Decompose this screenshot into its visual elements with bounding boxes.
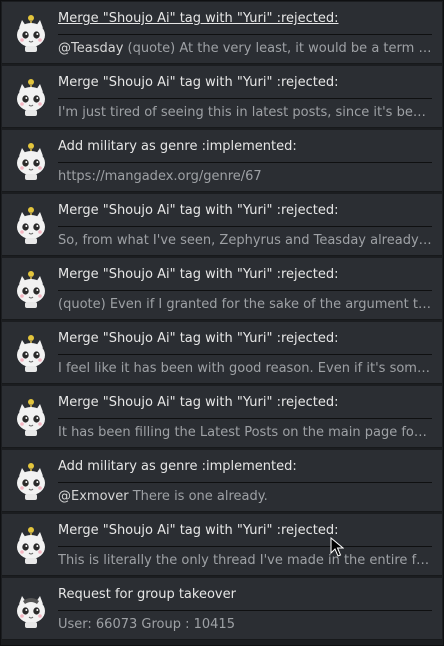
- divider: [58, 354, 432, 355]
- cat-mascot-icon: [17, 335, 45, 372]
- preview-text: It has been filling the Latest Posts on …: [58, 425, 432, 440]
- cat-mascot-icon: [17, 143, 45, 180]
- divider: [58, 34, 432, 35]
- divider: [58, 610, 432, 611]
- notification-title[interactable]: Merge "Shoujo Ai" tag with "Yuri" :rejec…: [58, 75, 434, 90]
- notification-preview: So, from what I've seen, Zephyrus and Te…: [58, 233, 432, 248]
- divider: [58, 482, 432, 483]
- notification-preview: https://mangadex.org/genre/67: [58, 169, 432, 184]
- preview-text: There is one already.: [128, 489, 268, 504]
- divider: [58, 226, 432, 227]
- notification-title[interactable]: Merge "Shoujo Ai" tag with "Yuri" :rejec…: [58, 331, 434, 346]
- cat-mascot-icon: [17, 79, 45, 116]
- cat-mascot-icon: [17, 596, 45, 628]
- cat-mascot-icon: [17, 271, 45, 308]
- notification-item[interactable]: Request for group takeover User: 66073 G…: [2, 578, 442, 640]
- cat-mascot-icon: [17, 15, 45, 52]
- notification-item[interactable]: Merge "Shoujo Ai" tag with "Yuri" :rejec…: [2, 194, 442, 256]
- notification-title[interactable]: Add military as genre :implemented:: [58, 459, 434, 474]
- notification-item[interactable]: Add military as genre :implemented: @Exm…: [2, 450, 442, 512]
- notification-item[interactable]: Add military as genre :implemented: http…: [2, 130, 442, 192]
- user-mention[interactable]: @Teasday: [58, 41, 123, 56]
- cat-mascot-icon: [17, 207, 45, 244]
- notification-title[interactable]: Merge "Shoujo Ai" tag with "Yuri" :rejec…: [58, 11, 434, 26]
- notification-item[interactable]: Merge "Shoujo Ai" tag with "Yuri" :rejec…: [2, 322, 442, 384]
- notification-title[interactable]: Add military as genre :implemented:: [58, 139, 434, 154]
- notification-title[interactable]: Merge "Shoujo Ai" tag with "Yuri" :rejec…: [58, 523, 434, 538]
- notification-preview: It has been filling the Latest Posts on …: [58, 425, 432, 440]
- notification-preview: I feel like it has been with good reason…: [58, 361, 432, 376]
- divider: [58, 98, 432, 99]
- preview-text: (quote) Even if I granted for the sake o…: [58, 297, 432, 312]
- notification-title[interactable]: Merge "Shoujo Ai" tag with "Yuri" :rejec…: [58, 267, 434, 282]
- notification-item[interactable]: Merge "Shoujo Ai" tag with "Yuri" :rejec…: [2, 386, 442, 448]
- divider: [58, 546, 432, 547]
- divider: [58, 162, 432, 163]
- notification-preview: User: 66073 Group : 10415: [58, 617, 432, 632]
- cat-mascot-icon: [17, 399, 45, 436]
- notification-item[interactable]: Merge "Shoujo Ai" tag with "Yuri" :rejec…: [2, 2, 442, 64]
- preview-text: I feel like it has been with good reason…: [58, 361, 432, 376]
- notification-preview: I'm just tired of seeing this in latest …: [58, 105, 432, 120]
- divider: [58, 290, 432, 291]
- notification-item[interactable]: Merge "Shoujo Ai" tag with "Yuri" :rejec…: [2, 514, 442, 576]
- cat-mascot-icon: [17, 527, 45, 564]
- notification-preview: @Teasday (quote) At the very least, it w…: [58, 41, 432, 56]
- notification-preview: (quote) Even if I granted for the sake o…: [58, 297, 432, 312]
- notification-item[interactable]: Merge "Shoujo Ai" tag with "Yuri" :rejec…: [2, 258, 442, 320]
- preview-text: https://mangadex.org/genre/67: [58, 169, 262, 184]
- preview-text: So, from what I've seen, Zephyrus and Te…: [58, 233, 432, 248]
- divider: [58, 418, 432, 419]
- preview-text: I'm just tired of seeing this in latest …: [58, 105, 432, 120]
- notification-title[interactable]: Merge "Shoujo Ai" tag with "Yuri" :rejec…: [58, 203, 434, 218]
- notification-preview: @Exmover There is one already.: [58, 489, 432, 504]
- notification-title[interactable]: Request for group takeover: [58, 587, 434, 602]
- preview-text: (quote) At the very least, it would be a…: [123, 41, 432, 56]
- notification-item[interactable]: Merge "Shoujo Ai" tag with "Yuri" :rejec…: [2, 66, 442, 128]
- notification-title[interactable]: Merge "Shoujo Ai" tag with "Yuri" :rejec…: [58, 395, 434, 410]
- preview-text: This is literally the only thread I've m…: [58, 553, 432, 568]
- notifications-panel: Merge "Shoujo Ai" tag with "Yuri" :rejec…: [0, 0, 444, 646]
- preview-text: User: 66073 Group : 10415: [58, 617, 235, 632]
- notification-preview: This is literally the only thread I've m…: [58, 553, 432, 568]
- cat-mascot-icon: [17, 463, 45, 500]
- user-mention[interactable]: @Exmover: [58, 489, 129, 504]
